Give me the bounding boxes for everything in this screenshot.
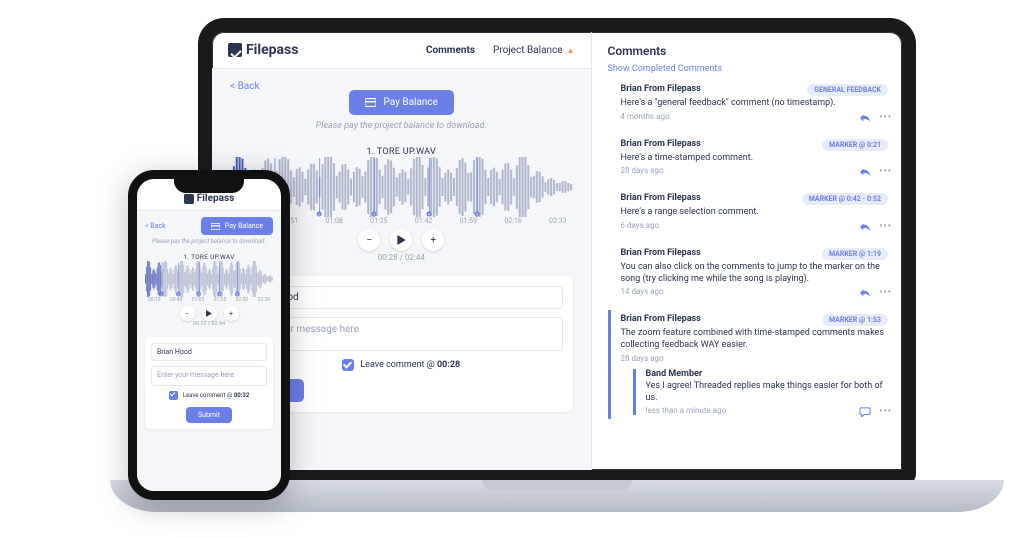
play-button[interactable] (390, 229, 412, 251)
name-input-mobile[interactable]: Brian Hood (151, 343, 267, 361)
comments-title: Comments (592, 32, 903, 64)
tab-project-balance[interactable]: Project Balance (493, 45, 575, 56)
app-header: Filepass Comments Project Balance (212, 32, 591, 69)
reply-icon[interactable] (859, 167, 871, 177)
comment-author: Brian From Filepass (621, 248, 701, 258)
timestamp-checkbox[interactable] (342, 359, 354, 371)
message-input-mobile[interactable]: Enter your message here (151, 366, 267, 386)
reply-icon[interactable] (859, 288, 871, 298)
more-icon[interactable]: ••• (879, 407, 892, 417)
header-tabs: Comments Project Balance (426, 45, 575, 56)
credit-card-icon (211, 223, 220, 230)
comment-meta: 28 days ago (621, 166, 889, 175)
reply-body: Yes I agree! Threaded replies make thing… (646, 381, 889, 404)
comment-meta: 4 months ago (621, 112, 889, 121)
comment-meta: 14 days ago (621, 287, 889, 296)
comment-tag: MARKER @ 0:21 (822, 139, 888, 151)
phone-notch (174, 179, 244, 193)
comment-body: You can also click on the comments to ju… (621, 262, 889, 285)
more-icon[interactable]: ••• (879, 113, 892, 123)
comment-item[interactable]: Brian From Filepass GENERAL FEEDBACK Here'… (608, 80, 893, 125)
comment-author: Brian From Filepass (621, 84, 701, 94)
comment-tag: MARKER @ 1:53 (822, 314, 888, 326)
reply-author: Band Member (646, 369, 889, 379)
comment-body: Here's a range selection comment. (621, 207, 889, 219)
more-icon[interactable]: ••• (879, 167, 892, 177)
pay-balance-button[interactable]: Pay Balance (349, 90, 454, 115)
comment-meta: 28 days ago (621, 354, 889, 363)
zoom-out-button[interactable]: − (358, 229, 380, 251)
comment-body: The zoom feature combined with time-stam… (621, 328, 889, 351)
laptop-frame: Filepass Comments Project Balance < Back… (198, 18, 916, 484)
reply-icon[interactable] (859, 222, 871, 232)
waveform-mobile[interactable] (145, 261, 273, 297)
chat-icon[interactable] (859, 407, 871, 417)
tab-comments[interactable]: Comments (426, 45, 475, 56)
time-scale-mobile: 00:1500:4001:0501:3502:0002:30 (145, 297, 273, 303)
credit-card-icon (365, 98, 376, 107)
comment-meta: 6 days ago (621, 221, 889, 230)
track-title: 1. TORE UP.WAV (367, 147, 437, 157)
more-icon[interactable]: ••• (879, 288, 892, 298)
brand-logo-mobile: Filepass (184, 193, 234, 204)
submit-button-mobile[interactable]: Submit (186, 407, 232, 423)
comment-item[interactable]: Brian From Filepass MARKER @ 0:21 Here's a… (608, 135, 893, 180)
timestamp-label: Leave comment @ 00:28 (360, 360, 460, 370)
reply-meta: less than a minute ago (646, 406, 889, 415)
brand-mark-icon (228, 43, 242, 57)
show-completed-link[interactable]: Show Completed Comments (592, 64, 903, 80)
timestamp-label-mobile: Leave comment @ 00:32 (183, 392, 250, 399)
pay-hint-text: Please pay the project balance to downlo… (316, 121, 487, 131)
comment-body: Here's a "general feedback" comment (no … (621, 98, 889, 110)
back-link[interactable]: < Back (230, 81, 260, 92)
reply-icon[interactable] (859, 113, 871, 123)
comment-item[interactable]: Brian From Filepass MARKER @ 1:53 The zoom… (608, 310, 893, 419)
playback-timecode-mobile: 00:32 / 02:44 (145, 321, 273, 327)
play-button-mobile[interactable] (202, 306, 217, 321)
comment-form-mobile: Brian Hood Enter your message here Leave… (145, 337, 273, 429)
comment-tag: MARKER @ 1:19 (822, 248, 888, 260)
comment-tag: MARKER @ 0:42 - 0:52 (802, 193, 888, 205)
zoom-in-button-mobile[interactable]: + (224, 306, 239, 321)
more-icon[interactable]: ••• (879, 222, 892, 232)
comment-author: Brian From Filepass (621, 314, 701, 324)
brand-mark-icon (184, 194, 194, 204)
pay-balance-button-mobile[interactable]: Pay Balance (201, 217, 273, 235)
comment-item[interactable]: Brian From Filepass MARKER @ 1:19 You can … (608, 244, 893, 300)
phone-frame: Filepass < Back Pay Balance Please pay t… (128, 170, 290, 500)
brand-logo: Filepass (228, 42, 298, 58)
comment-item[interactable]: Brian From Filepass MARKER @ 0:42 - 0:52 H… (608, 189, 893, 234)
zoom-out-button-mobile[interactable]: − (180, 306, 195, 321)
comment-body: Here's a time-stamped comment. (621, 153, 889, 165)
pay-hint-mobile: Please pay the project balance to downlo… (145, 238, 273, 245)
comment-reply: Band Member Yes I agree! Threaded replies… (633, 369, 889, 415)
comment-author: Brian From Filepass (621, 139, 701, 149)
comment-tag: GENERAL FEEDBACK (807, 84, 888, 96)
zoom-in-button[interactable]: + (422, 229, 444, 251)
comment-author: Brian From Filepass (621, 193, 701, 203)
timestamp-checkbox-mobile[interactable] (169, 391, 178, 400)
comments-list: Brian From Filepass GENERAL FEEDBACK Here'… (592, 80, 903, 470)
back-link-mobile[interactable]: < Back (145, 222, 166, 230)
track-title-mobile: 1. TORE UP.WAV (145, 253, 273, 261)
